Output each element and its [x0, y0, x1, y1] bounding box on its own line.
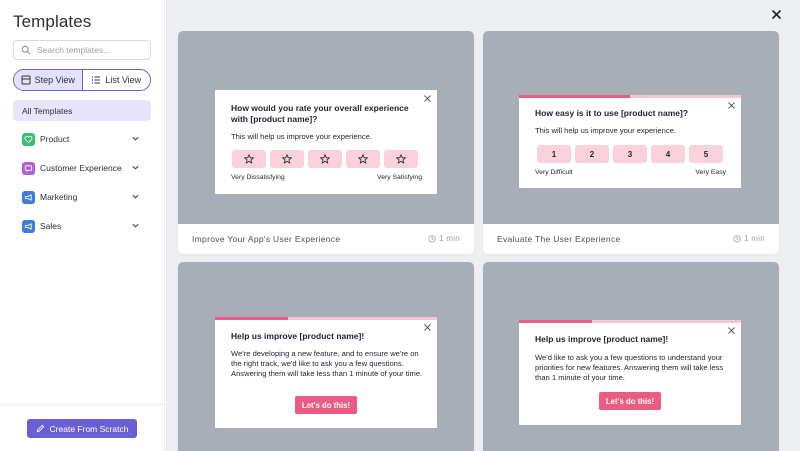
- pencil-icon: [36, 424, 44, 433]
- step-view-icon: [21, 75, 31, 85]
- close-icon: [424, 324, 431, 331]
- sidebar-item-label: Product: [40, 134, 70, 144]
- survey-popup: Help us improve [product name]! We're de…: [215, 317, 437, 428]
- progress-bar: [215, 317, 437, 320]
- star-icon: [358, 154, 368, 164]
- progress-fill: [215, 317, 289, 320]
- survey-question: Help us improve [product name]!: [231, 331, 365, 341]
- megaphone-icon: [22, 219, 35, 233]
- duration-label: 1 min: [438, 234, 460, 243]
- duration-label: 1 min: [743, 234, 765, 243]
- create-button-label: Create From Scratch: [49, 423, 129, 434]
- sidebar-item-label: All Templates: [22, 105, 73, 116]
- template-preview: How would you rate your overall experien…: [178, 31, 474, 224]
- rating-options: 1 2 3 4 5: [537, 145, 723, 163]
- chevron-down-icon[interactable]: [131, 192, 140, 201]
- sidebar-item-label: Marketing: [40, 192, 78, 202]
- template-name: Evaluate The User Experience: [497, 234, 621, 244]
- star-rating-option: [270, 150, 304, 168]
- search-input[interactable]: [37, 45, 147, 55]
- survey-subtitle: This will help us improve your experienc…: [231, 132, 372, 141]
- sidebar-item-marketing[interactable]: Marketing: [22, 189, 144, 205]
- star-rating-option: [308, 150, 342, 168]
- low-label: Very Dissatisfying: [231, 174, 285, 181]
- rating-option: 1: [537, 145, 571, 163]
- progress-fill: [519, 95, 630, 98]
- progress-bar: [519, 95, 741, 98]
- sidebar-title: Templates: [13, 12, 92, 31]
- star-rating-option: [346, 150, 380, 168]
- create-from-scratch-button[interactable]: Create From Scratch: [27, 419, 137, 438]
- lets-do-this-button: Let's do this!: [599, 392, 661, 410]
- sidebar-item-product[interactable]: Product: [22, 131, 144, 147]
- template-preview: Help us improve [product name]! We're de…: [178, 262, 474, 451]
- star-icon: [396, 154, 406, 164]
- duration: 1 min: [428, 234, 460, 243]
- step-view-label: Step View: [34, 75, 75, 85]
- sidebar-footer: Create From Scratch: [0, 404, 165, 451]
- survey-popup: How easy is it to use [product name]? Th…: [519, 95, 741, 188]
- sidebar-item-label: Sales: [40, 221, 62, 231]
- template-preview: Help us improve [product name]! We'd lik…: [483, 262, 779, 451]
- list-view-button[interactable]: List View: [83, 70, 151, 90]
- survey-body: We're developing a new feature, and to e…: [231, 349, 423, 378]
- high-label: Very Satisfying: [377, 174, 422, 181]
- survey-question: Help us improve [product name]!: [535, 334, 669, 344]
- template-card-footer: Evaluate The User Experience 1 min: [483, 224, 779, 254]
- survey-subtitle: This will help us improve your experienc…: [535, 126, 676, 135]
- heart-icon: [22, 132, 35, 146]
- template-card[interactable]: Help us improve [product name]! We're de…: [178, 262, 474, 451]
- low-label: Very Difficult: [535, 169, 573, 176]
- template-card[interactable]: How would you rate your overall experien…: [178, 31, 474, 254]
- rating-option: 3: [613, 145, 647, 163]
- close-icon: [728, 327, 735, 334]
- template-card[interactable]: How easy is it to use [product name]? Th…: [483, 31, 779, 254]
- template-name: Improve Your App's User Experience: [192, 234, 341, 244]
- lets-do-this-button: Let's do this!: [295, 396, 357, 414]
- star-rating-option: [384, 150, 418, 168]
- template-card[interactable]: Help us improve [product name]! We'd lik…: [483, 262, 779, 451]
- high-label: Very Easy: [695, 169, 726, 176]
- survey-question: How would you rate your overall experien…: [231, 103, 409, 124]
- clock-icon: [733, 234, 741, 243]
- rating-options: [232, 150, 418, 168]
- search-icon: [21, 45, 31, 55]
- megaphone-icon: [22, 190, 35, 204]
- step-view-button[interactable]: Step View: [14, 70, 83, 90]
- star-icon: [282, 154, 292, 164]
- view-toggle: Step View List View: [13, 69, 151, 91]
- survey-question: How easy is it to use [product name]?: [535, 108, 689, 118]
- duration: 1 min: [733, 234, 765, 243]
- rating-option: 2: [575, 145, 609, 163]
- survey-body: We'd like to ask you a few questions to …: [535, 353, 724, 382]
- search-box[interactable]: [13, 40, 151, 60]
- clock-icon: [428, 234, 436, 243]
- rating-option: 4: [651, 145, 685, 163]
- chat-icon: [22, 161, 35, 175]
- survey-popup: How would you rate your overall experien…: [215, 90, 437, 194]
- list-view-icon: [92, 76, 101, 84]
- list-view-label: List View: [105, 75, 142, 85]
- chevron-down-icon[interactable]: [131, 134, 140, 143]
- chevron-down-icon[interactable]: [131, 221, 140, 230]
- star-icon: [244, 154, 254, 164]
- chevron-down-icon[interactable]: [131, 163, 140, 172]
- template-preview: How easy is it to use [product name]? Th…: [483, 31, 779, 224]
- star-icon: [320, 154, 330, 164]
- star-rating-option: [232, 150, 266, 168]
- close-icon: [424, 95, 431, 102]
- survey-popup: Help us improve [product name]! We'd lik…: [519, 320, 741, 425]
- sidebar-item-sales[interactable]: Sales: [22, 218, 144, 234]
- rating-option: 5: [689, 145, 723, 163]
- close-icon[interactable]: [771, 9, 782, 20]
- progress-bar: [519, 320, 741, 323]
- sidebar: Templates Step View List View All Templa…: [0, 0, 165, 451]
- progress-fill: [519, 320, 593, 323]
- sidebar-item-customer-experience[interactable]: Customer Experience: [22, 160, 144, 176]
- sidebar-item-all-templates[interactable]: All Templates: [13, 100, 151, 121]
- sidebar-item-label: Customer Experience: [40, 163, 122, 173]
- template-card-footer: Improve Your App's User Experience 1 min: [178, 224, 474, 254]
